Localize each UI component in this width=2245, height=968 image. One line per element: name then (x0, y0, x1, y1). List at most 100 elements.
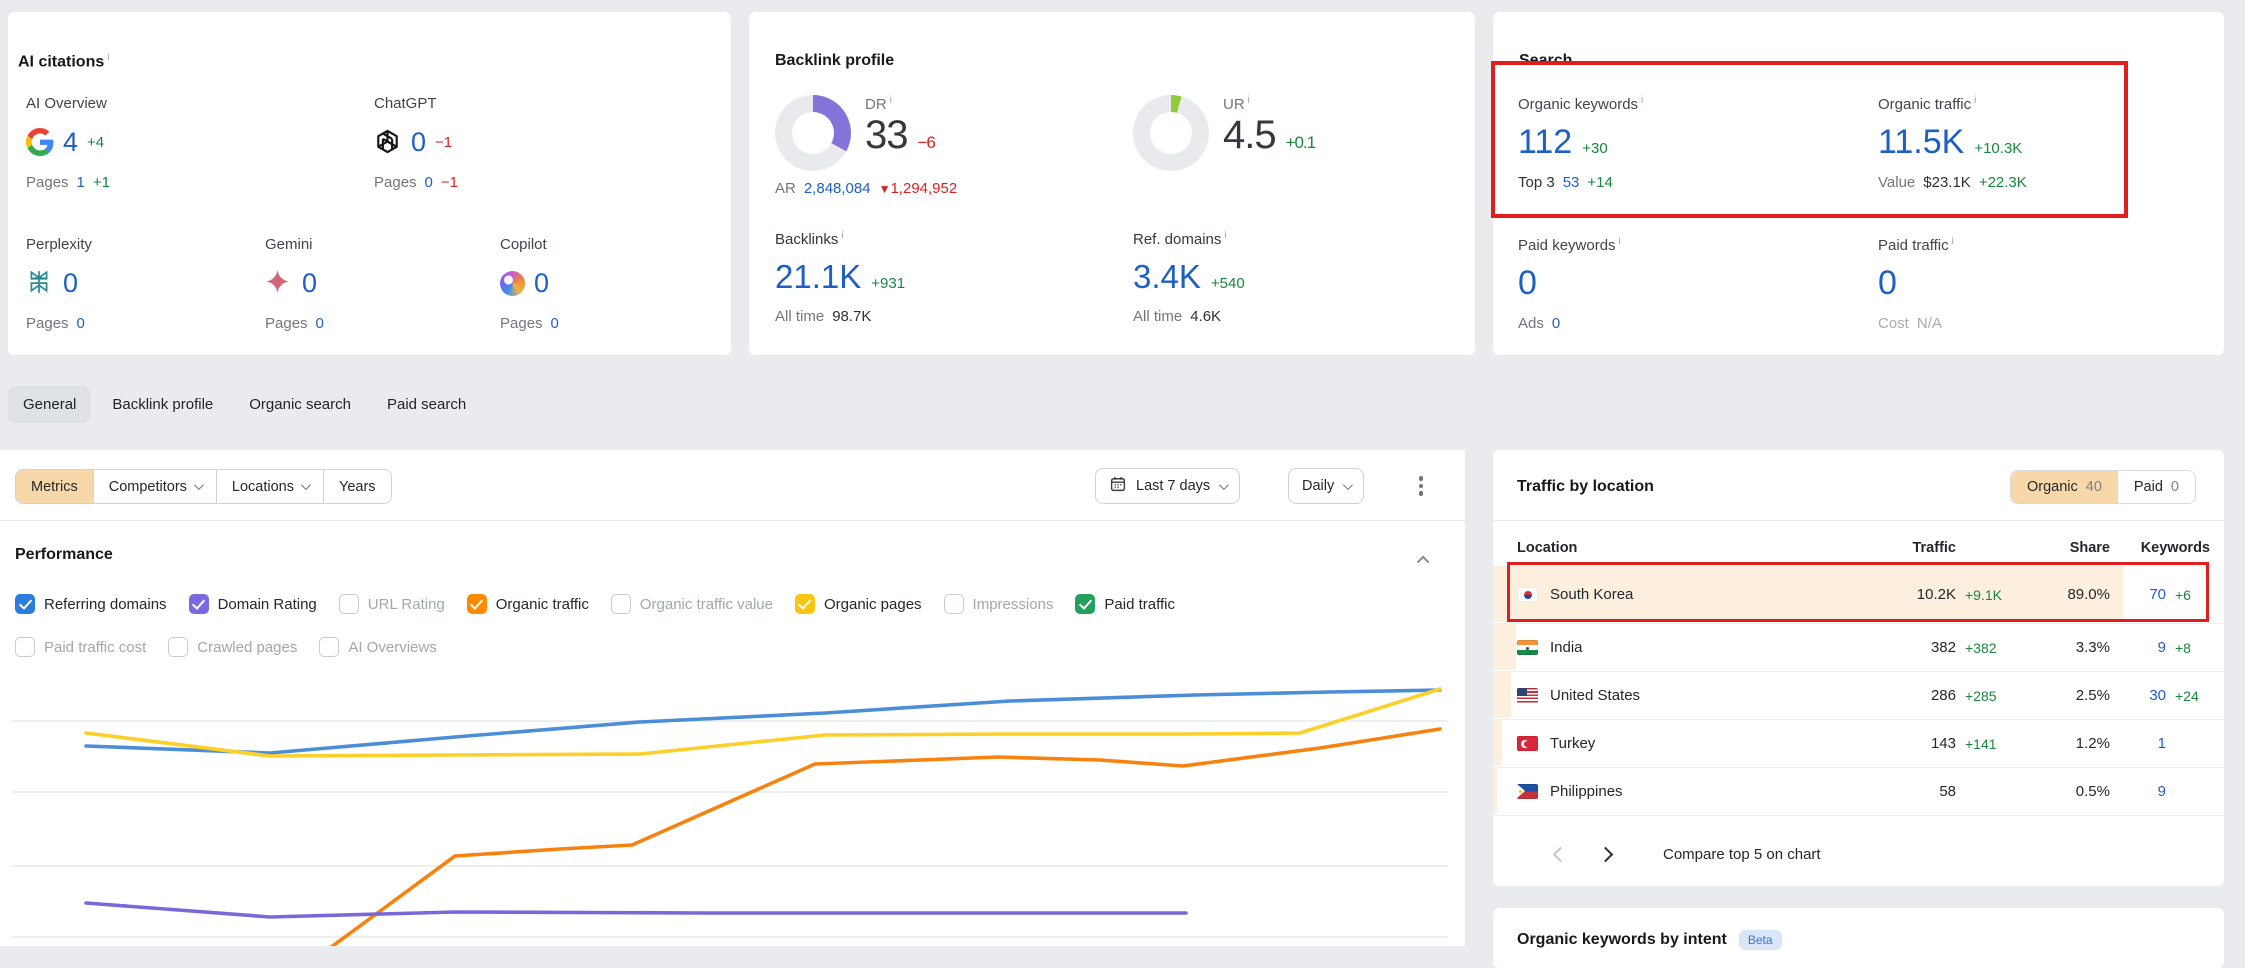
gemini-pages: Pages 0 (265, 315, 505, 332)
gemini-value[interactable]: 0 (302, 268, 317, 299)
share-value: 3.3% (2018, 639, 2110, 656)
tab-general[interactable]: General (8, 386, 91, 423)
metrics-button[interactable]: Metrics (16, 470, 94, 503)
tab-paid-search[interactable]: Paid search (372, 386, 481, 423)
info-icon[interactable]: i (890, 95, 892, 106)
gemini-icon (265, 269, 293, 297)
checkbox-organic-traffic[interactable]: Organic traffic (467, 594, 589, 614)
perplexity-value[interactable]: 0 (63, 268, 78, 299)
checkbox-icon (611, 594, 631, 614)
performance-line-chart (0, 645, 1465, 946)
info-icon[interactable]: i (1619, 236, 1621, 247)
table-row-united-states[interactable]: United States 286 +285 2.5% 30 +24 (1493, 672, 2224, 720)
checkbox-domain-rating[interactable]: Domain Rating (189, 594, 317, 614)
organic-traffic-value-row: 11.5K +10.3K (1878, 123, 2208, 162)
dr-value: 33 (865, 113, 908, 158)
traffic-delta: +9.1K (1956, 587, 2018, 603)
divider (1493, 520, 2224, 521)
chatgpt-delta: −1 (435, 134, 452, 151)
toggle-paid[interactable]: Paid 0 (2118, 471, 2195, 503)
info-icon[interactable]: i (1224, 230, 1226, 241)
location-table-body: South Korea 10.2K +9.1K 89.0% 70 +6 Indi… (1493, 566, 2224, 816)
ref-domains-label: Ref. domainsi (1133, 230, 1245, 248)
keywords-value[interactable]: 70 (2110, 586, 2166, 603)
info-icon[interactable]: i (1248, 95, 1250, 106)
keywords-value[interactable]: 30 (2110, 687, 2166, 704)
checkbox-impressions[interactable]: Impressions (944, 594, 1054, 614)
table-row-turkey[interactable]: Turkey 143 +141 1.2% 1 (1493, 720, 2224, 768)
checkbox-url-rating[interactable]: URL Rating (339, 594, 445, 614)
next-page-button[interactable] (1598, 846, 1614, 862)
copilot-pages: Pages 0 (500, 315, 740, 332)
checkbox-organic-traffic-value[interactable]: Organic traffic value (611, 594, 773, 614)
location-pager: Compare top 5 on chart (1493, 834, 2224, 874)
dr-delta: −6 (918, 133, 935, 153)
backlinks-value-row: 21.1K +931 (775, 258, 905, 296)
keywords-value[interactable]: 9 (2110, 639, 2166, 656)
tab-backlink-profile[interactable]: Backlink profile (97, 386, 228, 423)
traffic-delta: +285 (1956, 688, 2018, 704)
organic-traffic-value[interactable]: 11.5K (1878, 123, 1964, 162)
backlinks-block: Backlinksi 21.1K +931 All time 98.7K (775, 230, 905, 325)
ref-domains-alltime: All time 4.6K (1133, 308, 1245, 325)
copilot-value[interactable]: 0 (534, 268, 549, 299)
ref-domains-block: Ref. domainsi 3.4K +540 All time 4.6K (1133, 230, 1245, 325)
performance-section-title: Performance (15, 546, 113, 564)
ref-domains-value[interactable]: 3.4K (1133, 258, 1201, 296)
checkbox-referring-domains[interactable]: Referring domains (15, 594, 167, 614)
share-value: 0.5% (2018, 783, 2110, 800)
backlinks-value[interactable]: 21.1K (775, 258, 861, 296)
table-row-india[interactable]: India 382 +382 3.3% 9 +8 (1493, 624, 2224, 672)
ur-value: 4.5 (1223, 113, 1276, 158)
info-icon[interactable]: i (1641, 95, 1643, 106)
tab-organic-search[interactable]: Organic search (234, 386, 366, 423)
organic-traffic-delta: +10.3K (1974, 140, 2022, 157)
ai-overview-delta: +4 (87, 134, 104, 151)
dr-value-row: 33 −6 (865, 113, 935, 158)
copilot-block: Copilot 0 Pages 0 (500, 236, 740, 332)
organic-keywords-value[interactable]: 112 (1518, 123, 1572, 162)
keywords-value[interactable]: 9 (2110, 783, 2166, 800)
value-row: Value $23.1K +22.3K (1878, 174, 2208, 191)
organic-keywords-value-row: 112 +30 (1518, 123, 1848, 162)
checkbox-icon (15, 594, 35, 614)
years-button[interactable]: Years (324, 470, 391, 503)
paid-keywords-value[interactable]: 0 (1518, 264, 1537, 303)
info-icon[interactable]: i (1952, 236, 1954, 247)
info-icon[interactable]: i (1974, 95, 1976, 106)
collapse-section-button[interactable] (1420, 552, 1429, 570)
granularity-button[interactable]: Daily (1288, 468, 1364, 504)
more-options-button[interactable] (1408, 473, 1434, 499)
prev-page-button[interactable] (1553, 846, 1569, 862)
copilot-icon (500, 271, 525, 296)
ai-overview-value[interactable]: 4 (63, 127, 78, 158)
triangle-down-icon: ▼ (879, 182, 891, 196)
ar-delta: ▼1,294,952 (879, 180, 958, 197)
table-row-philippines[interactable]: Philippines 58 0.5% 9 (1493, 768, 2224, 816)
ar-value[interactable]: 2,848,084 (804, 180, 871, 197)
date-range-button[interactable]: Last 7 days (1095, 468, 1240, 504)
toggle-organic[interactable]: Organic 40 (2011, 471, 2118, 503)
traffic-value: 143 (1864, 735, 1956, 752)
dr-donut-chart (775, 95, 851, 171)
info-icon[interactable]: i (841, 230, 843, 241)
india-flag-icon (1517, 640, 1538, 655)
chart-line-organic-pages (86, 689, 1440, 756)
chatgpt-pages: Pages 0 −1 (374, 174, 614, 191)
keywords-value[interactable]: 1 (2110, 735, 2166, 752)
info-icon[interactable]: i (107, 52, 109, 63)
paid-traffic-value[interactable]: 0 (1878, 264, 1897, 303)
report-tabbar: General Backlink profile Organic search … (8, 386, 481, 423)
checkbox-paid-traffic[interactable]: Paid traffic (1075, 594, 1175, 614)
table-row-south-korea[interactable]: South Korea 10.2K +9.1K 89.0% 70 +6 (1493, 566, 2224, 624)
chevron-down-icon (1219, 480, 1229, 490)
locations-button[interactable]: Locations (217, 470, 324, 503)
chatgpt-value[interactable]: 0 (411, 127, 426, 158)
perplexity-pages: Pages 0 (26, 315, 266, 332)
checkbox-organic-pages[interactable]: Organic pages (795, 594, 922, 614)
ai-overview-block: AI Overview 4 +4 Pages 1 +1 (26, 95, 266, 191)
date-range-label: Last 7 days (1136, 478, 1210, 494)
competitors-button[interactable]: Competitors (94, 470, 217, 503)
checkbox-icon (339, 594, 359, 614)
compare-top5-link[interactable]: Compare top 5 on chart (1663, 846, 1821, 863)
